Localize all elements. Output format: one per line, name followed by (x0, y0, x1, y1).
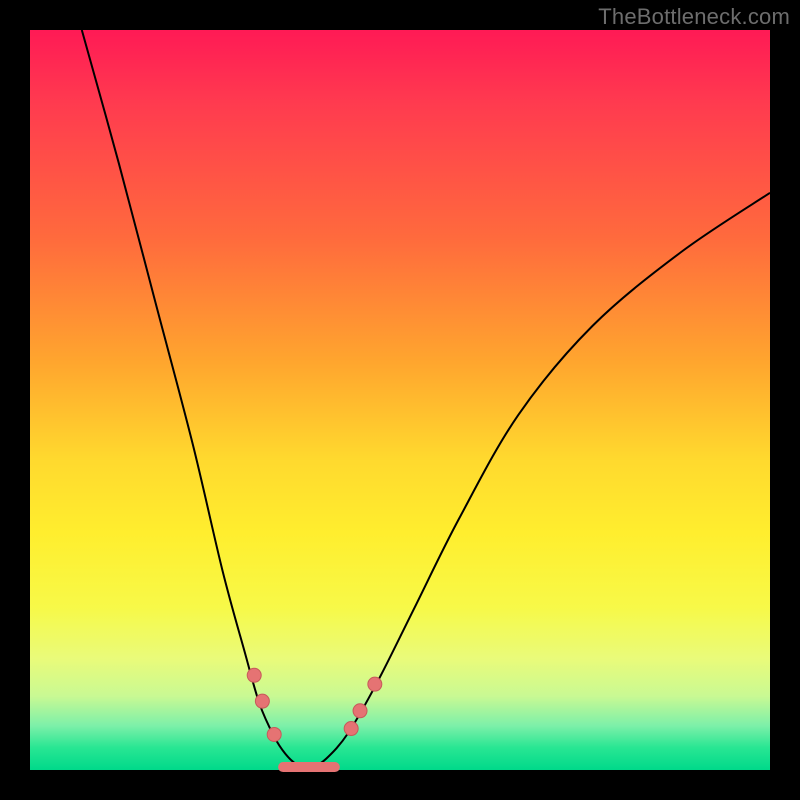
left-dot-upper (247, 668, 261, 682)
plot-area (30, 30, 770, 770)
left-dot-mid (255, 694, 269, 708)
watermark-text: TheBottleneck.com (598, 4, 790, 30)
right-dot-lower (344, 722, 358, 736)
chart-container: TheBottleneck.com (0, 0, 800, 800)
series-left-curve (82, 30, 311, 769)
right-dot-upper (368, 677, 382, 691)
chart-svg (30, 30, 770, 770)
left-dot-lower (267, 727, 281, 741)
right-dot-mid (353, 704, 367, 718)
marker-group (247, 668, 382, 741)
